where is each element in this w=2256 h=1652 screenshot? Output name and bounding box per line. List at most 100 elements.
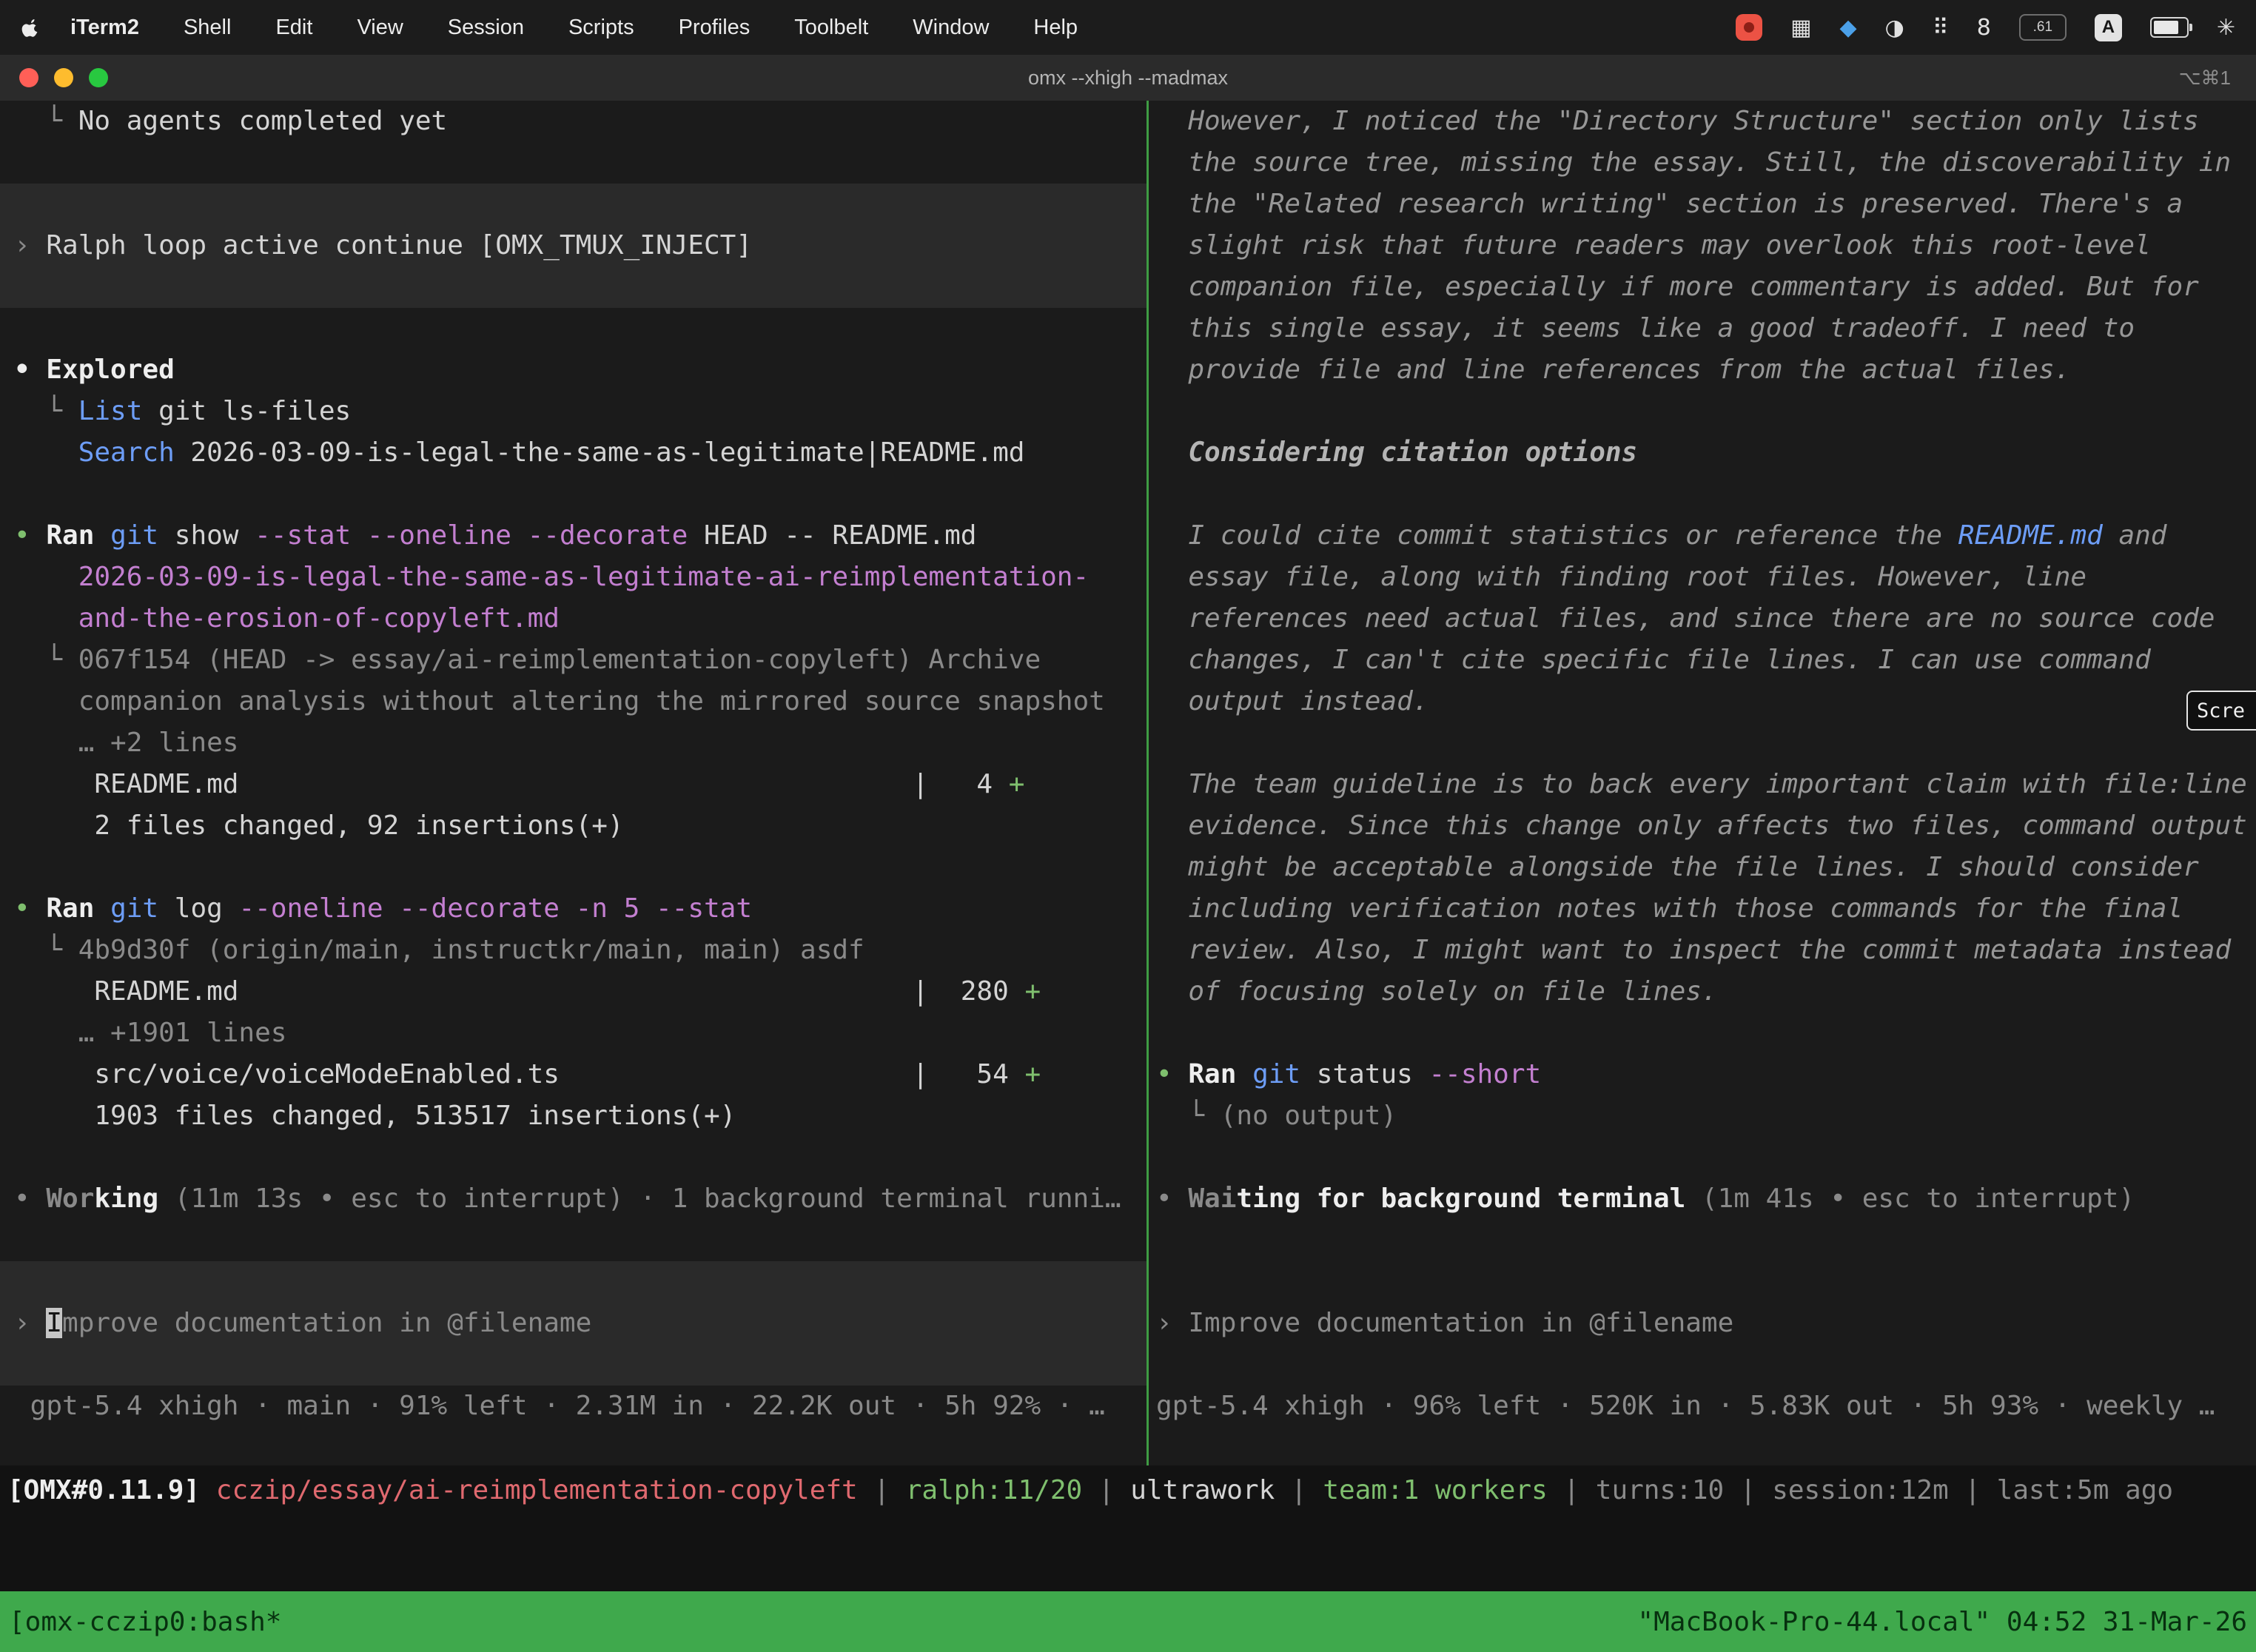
menu-item-shell[interactable]: Shell — [161, 16, 254, 40]
terminal-line — [1156, 1220, 2256, 1261]
terminal-line: this single essay, it seems like a good … — [1156, 308, 2256, 349]
fan-icon[interactable]: ✳ — [2217, 15, 2235, 41]
scre-tooltip[interactable]: Scre — [2186, 691, 2256, 731]
contrast-icon[interactable]: ◑ — [1885, 15, 1904, 41]
menu-item-iterm2[interactable]: iTerm2 — [54, 16, 161, 40]
terminal-line — [14, 142, 1147, 184]
menu-item-window[interactable]: Window — [890, 16, 1011, 40]
terminal-line: essay file, along with finding root file… — [1156, 557, 2256, 598]
terminal-line: • Working (11m 13s • esc to interrupt) ·… — [14, 1178, 1147, 1220]
input-source-icon[interactable]: A — [2095, 14, 2122, 41]
terminal-line: The team guideline is to back every impo… — [1156, 764, 2256, 805]
terminal-line: └ List git ls-files — [14, 391, 1147, 432]
zoom-button[interactable] — [89, 68, 108, 87]
terminal-line: 2 files changed, 92 insertions(+) — [14, 805, 1147, 847]
blue-app-icon[interactable]: ◆ — [1840, 15, 1857, 41]
terminal-line: gpt-5.4 xhigh · main · 91% left · 2.31M … — [14, 1386, 1147, 1427]
terminal-line: the source tree, missing the essay. Stil… — [1156, 142, 2256, 184]
terminal-line — [1156, 391, 2256, 432]
terminal-line — [14, 1220, 1147, 1261]
apple-menu-icon[interactable] — [21, 18, 41, 38]
terminal-line — [1156, 1344, 2256, 1386]
terminal-line: └ (no output) — [1156, 1095, 2256, 1137]
terminal-line: review. Also, I might want to inspect th… — [1156, 930, 2256, 971]
terminal-line: slight risk that future readers may over… — [1156, 225, 2256, 266]
grid-icon[interactable]: ▦ — [1790, 15, 1811, 41]
minimize-button[interactable] — [54, 68, 73, 87]
menubar-status-icons: ▦ ◆ ◑ ⠿ 8 .61 A ✳ — [1736, 14, 2235, 41]
terminal-line: companion analysis without altering the … — [14, 681, 1147, 722]
terminal-line — [14, 1344, 1147, 1386]
terminal-area: └ No agents completed yet › Ralph loop a… — [0, 101, 2256, 1652]
terminal-line: companion file, especially if more comme… — [1156, 266, 2256, 308]
terminal-line — [14, 184, 1147, 225]
menu-item-edit[interactable]: Edit — [253, 16, 335, 40]
terminal-line: references need actual files, and since … — [1156, 598, 2256, 639]
tmux-host-time: "MacBook-Pro-44.local" 04:52 31-Mar-26 — [1637, 1607, 2247, 1637]
left-pane-lines: └ No agents completed yet › Ralph loop a… — [0, 101, 1147, 1427]
menu-item-toolbelt[interactable]: Toolbelt — [772, 16, 890, 40]
terminal-line — [1156, 1261, 2256, 1303]
terminal-line: › Ralph loop active continue [OMX_TMUX_I… — [14, 225, 1147, 266]
terminal-line: provide file and line references from th… — [1156, 349, 2256, 391]
terminal-line: • Ran git status --short — [1156, 1054, 2256, 1095]
terminal-line: the "Related research writing" section i… — [1156, 184, 2256, 225]
terminal-line: └ 4b9d30f (origin/main, instructkr/main,… — [14, 930, 1147, 971]
screen-recording-indicator-icon[interactable] — [1736, 14, 1762, 41]
terminal-line: However, I noticed the "Directory Struct… — [1156, 101, 2256, 142]
terminal-line — [14, 474, 1147, 515]
menu-item-profiles[interactable]: Profiles — [657, 16, 773, 40]
menu-item-help[interactable]: Help — [1011, 16, 1100, 40]
dots-grid-icon[interactable]: ⠿ — [1933, 15, 1949, 41]
tmux-session-info: [omx-cczip0:bash* — [9, 1607, 281, 1637]
terminal-line — [14, 1261, 1147, 1303]
terminal-line: 1903 files changed, 513517 insertions(+) — [14, 1095, 1147, 1137]
terminal-line: • Waiting for background terminal (1m 41… — [1156, 1178, 2256, 1220]
terminal-line: • Explored — [14, 349, 1147, 391]
terminal-line: changes, I can't cite specific file line… — [1156, 639, 2256, 681]
window-shortcut-badge: ⌥⌘1 — [2179, 55, 2231, 101]
terminal-line: › Improve documentation in @filename — [1156, 1303, 2256, 1344]
terminal-line: including verification notes with those … — [1156, 888, 2256, 930]
left-terminal-pane[interactable]: └ No agents completed yet › Ralph loop a… — [0, 101, 1147, 1465]
terminal-line: Considering citation options — [1156, 432, 2256, 474]
key-8-icon[interactable]: 8 — [1977, 15, 1991, 41]
menu-item-scripts[interactable]: Scripts — [546, 16, 657, 40]
terminal-line — [14, 308, 1147, 349]
menu-item-session[interactable]: Session — [426, 16, 546, 40]
window-title: omx --xhigh --madmax — [0, 55, 2256, 101]
terminal-line: output instead. — [1156, 681, 2256, 722]
terminal-line: • Ran git show --stat --oneline --decora… — [14, 515, 1147, 557]
terminal-line: └ 067f154 (HEAD -> essay/ai-reimplementa… — [14, 639, 1147, 681]
terminal-line — [1156, 1013, 2256, 1054]
window-titlebar[interactable]: omx --xhigh --madmax ⌥⌘1 — [0, 55, 2256, 101]
terminal-line: Search 2026-03-09-is-legal-the-same-as-l… — [14, 432, 1147, 474]
terminal-line: and-the-erosion-of-copyleft.md — [14, 598, 1147, 639]
terminal-line: evidence. Since this change only affects… — [1156, 805, 2256, 847]
terminal-line — [1156, 722, 2256, 764]
terminal-line: … +1901 lines — [14, 1013, 1147, 1054]
terminal-line: 2026-03-09-is-legal-the-same-as-legitima… — [14, 557, 1147, 598]
close-button[interactable] — [19, 68, 38, 87]
omx-status-line: [OMX#0.11.9] cczip/essay/ai-reimplementa… — [0, 1470, 2256, 1511]
menu-item-view[interactable]: View — [335, 16, 425, 40]
traffic-lights — [19, 55, 108, 101]
terminal-line: › Improve documentation in @filename — [14, 1303, 1147, 1344]
terminal-line: [OMX#0.11.9] cczip/essay/ai-reimplementa… — [7, 1470, 2256, 1511]
terminal-line: I could cite commit statistics or refere… — [1156, 515, 2256, 557]
terminal-line — [14, 266, 1147, 308]
terminal-line — [1156, 1137, 2256, 1178]
terminal-line: gpt-5.4 xhigh · 96% left · 520K in · 5.8… — [1156, 1386, 2256, 1427]
terminal-line — [14, 847, 1147, 888]
right-terminal-pane[interactable]: However, I noticed the "Directory Struct… — [1149, 101, 2256, 1465]
battery-icon[interactable] — [2150, 17, 2189, 38]
tmux-status-bar: [omx-cczip0:bash* "MacBook-Pro-44.local"… — [0, 1591, 2256, 1652]
terminal-line: README.md | 280 + — [14, 971, 1147, 1013]
terminal-line: └ No agents completed yet — [14, 101, 1147, 142]
terminal-line: … +2 lines — [14, 722, 1147, 764]
terminal-line — [14, 1137, 1147, 1178]
meter-badge[interactable]: .61 — [2019, 14, 2067, 41]
terminal-line: of focusing solely on file lines. — [1156, 971, 2256, 1013]
right-pane-lines: However, I noticed the "Directory Struct… — [1149, 101, 2256, 1427]
terminal-line: might be acceptable alongside the file l… — [1156, 847, 2256, 888]
